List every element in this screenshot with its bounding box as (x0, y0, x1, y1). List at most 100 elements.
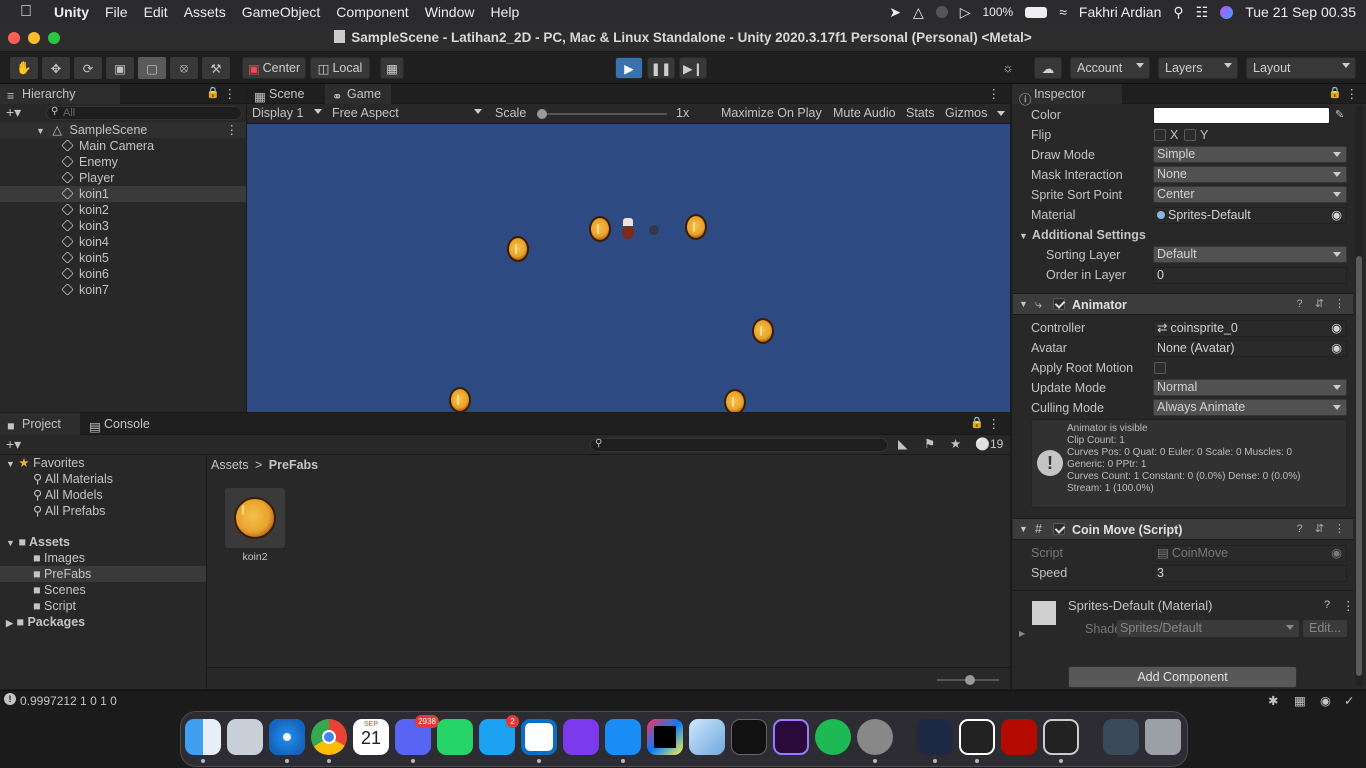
pivot-center-button[interactable]: ▣ Center (242, 57, 306, 79)
system-preferences-icon[interactable] (857, 719, 893, 755)
expand-arrow-icon[interactable]: ▼ (1019, 524, 1028, 534)
flip-y-checkbox[interactable] (1184, 129, 1196, 141)
intellij-icon[interactable] (647, 719, 683, 755)
asset-folder-item[interactable]: ■ Scenes (33, 582, 86, 598)
apply-root-motion-checkbox[interactable] (1154, 362, 1166, 374)
expand-arrow-icon[interactable]: ▼ (1019, 299, 1028, 309)
cloud-icon[interactable]: ☁ (1034, 57, 1062, 79)
more-icon[interactable]: ⋮ (1346, 86, 1359, 101)
coin-move-header[interactable]: ▼ # Coin Move (Script) ? ⇵ ⋮ (1013, 518, 1353, 540)
status-text[interactable]: 0.9997212 1 0 1 0 (20, 694, 117, 708)
breadcrumb-item[interactable]: PreFabs (269, 458, 318, 472)
layers-dropdown[interactable]: Layers (1158, 57, 1238, 79)
record-icon[interactable] (935, 6, 948, 18)
hierarchy-item[interactable]: koin3 (61, 218, 109, 234)
breadcrumb-item[interactable]: Assets (211, 458, 249, 472)
object-picker-icon[interactable]: ◉ (1331, 321, 1342, 336)
trash-icon[interactable] (1145, 719, 1181, 755)
menu-help[interactable]: Help (482, 4, 527, 20)
unity-icon[interactable] (959, 719, 995, 755)
spotlight-search-icon[interactable]: ⚲ (1173, 4, 1183, 21)
more-icon[interactable]: ⋮ (1334, 524, 1345, 535)
layout-dropdown[interactable]: Layout (1246, 57, 1356, 79)
asset-folder-item[interactable]: ■ Images (33, 550, 85, 566)
menu-gameobject[interactable]: GameObject (234, 4, 329, 20)
unity-status-icon[interactable]: △ (913, 4, 924, 21)
debug-icon[interactable]: ✱ (1268, 693, 1278, 708)
hidden-packages-icon[interactable]: ⚪19 (975, 437, 1003, 451)
play-button[interactable]: ▶ (615, 57, 643, 79)
visual-studio-icon[interactable] (563, 719, 599, 755)
lock-icon[interactable]: 🔒 (206, 86, 220, 99)
sort-point-dropdown[interactable]: Center (1153, 186, 1347, 203)
premiere-icon[interactable] (773, 719, 809, 755)
expand-arrow-icon[interactable]: ▼ (36, 126, 45, 136)
lock-icon[interactable]: 🔒 (970, 416, 984, 429)
mask-interaction-dropdown[interactable]: None (1153, 166, 1347, 183)
create-add-icon[interactable]: +▾ (6, 436, 21, 453)
finder-icon[interactable] (185, 719, 221, 755)
spotify-icon[interactable] (815, 719, 851, 755)
project-search-input[interactable]: ⚲ (590, 438, 888, 452)
more-icon[interactable]: ⋮ (988, 86, 1001, 101)
box-app-icon[interactable] (689, 719, 725, 755)
twitter-icon[interactable]: 2 (479, 715, 519, 755)
add-component-button[interactable]: Add Component (1068, 666, 1297, 688)
hand-tool-icon[interactable]: ✋ (10, 57, 38, 79)
terminal-icon[interactable] (731, 719, 767, 755)
pivot-local-button[interactable]: ◫ Local (310, 57, 370, 79)
more-icon[interactable]: ⋮ (226, 122, 239, 138)
favorite-star-icon[interactable]: ★ (950, 436, 961, 451)
lock-icon[interactable]: 🔒 (1328, 86, 1342, 99)
filter-label-icon[interactable]: ⚑ (924, 436, 935, 451)
menu-edit[interactable]: Edit (136, 4, 176, 20)
favorite-item[interactable]: ⚲ All Models (33, 487, 103, 503)
expand-arrow-icon[interactable]: ▶ (1019, 629, 1025, 638)
control-center-icon[interactable]: ☷ (1196, 4, 1209, 21)
help-icon[interactable]: ? (1324, 599, 1330, 611)
app-store-icon[interactable] (605, 719, 641, 755)
gizmos-toggle[interactable]: Gizmos (945, 106, 987, 120)
scale-tool-icon[interactable]: ▣ (106, 57, 134, 79)
favorite-item[interactable]: ⚲ All Materials (33, 471, 113, 487)
chrome-icon[interactable] (311, 719, 347, 755)
acrobat-icon[interactable] (1001, 719, 1037, 755)
launchpad-icon[interactable] (227, 719, 263, 755)
clock[interactable]: Tue 21 Sep 00.35 (1245, 4, 1356, 20)
check-icon[interactable]: ✓ (1344, 693, 1354, 708)
hierarchy-item[interactable]: koin7 (61, 282, 109, 298)
more-icon[interactable]: ⋮ (988, 416, 1001, 431)
create-add-icon[interactable]: +▾ (6, 104, 21, 121)
asset-folder-item[interactable]: ■ Script (33, 598, 76, 614)
user-name[interactable]: Fakhri Ardian (1079, 4, 1161, 20)
play-circle-icon[interactable]: ▷ (960, 4, 971, 21)
eyedropper-icon[interactable]: ✎ (1335, 108, 1344, 121)
animator-enabled-checkbox[interactable] (1053, 298, 1065, 310)
battery-icon[interactable] (1025, 6, 1048, 18)
coin-move-enabled-checkbox[interactable] (1053, 523, 1065, 535)
menu-unity[interactable]: Unity (46, 4, 97, 20)
tab-inspector[interactable]: ⓘ Inspector (1012, 84, 1122, 107)
favorite-item[interactable]: ⚲ All Prefabs (33, 503, 105, 519)
slider-thumb[interactable] (965, 675, 975, 685)
menu-window[interactable]: Window (417, 4, 483, 20)
shader-edit-button[interactable]: Edit... (1303, 620, 1347, 637)
asset-tile[interactable]: koin2 (224, 488, 286, 563)
scale-slider-thumb[interactable] (537, 109, 547, 119)
icon-size-slider[interactable] (937, 675, 999, 685)
preset-icon[interactable]: ⇵ (1314, 299, 1325, 310)
game-viewport[interactable] (247, 124, 1010, 412)
hierarchy-item[interactable]: koin5 (61, 250, 109, 266)
tab-project[interactable]: ■ Project (0, 413, 80, 435)
account-dropdown[interactable]: Account (1070, 57, 1150, 79)
help-icon[interactable]: ? (1294, 299, 1305, 310)
aspect-dropdown[interactable]: Free Aspect (327, 104, 487, 123)
hierarchy-item[interactable]: Enemy (61, 154, 118, 170)
speed-input[interactable]: 3 (1153, 565, 1347, 582)
assets-folder[interactable]: ▼ ■ Assets (6, 534, 70, 550)
object-picker-icon[interactable]: ◉ (1331, 341, 1342, 356)
hierarchy-item[interactable]: Main Camera (61, 138, 154, 154)
hierarchy-item-selected[interactable]: koin1 (0, 186, 246, 202)
flip-x-checkbox[interactable] (1154, 129, 1166, 141)
culling-mode-dropdown[interactable]: Always Animate (1153, 399, 1347, 416)
